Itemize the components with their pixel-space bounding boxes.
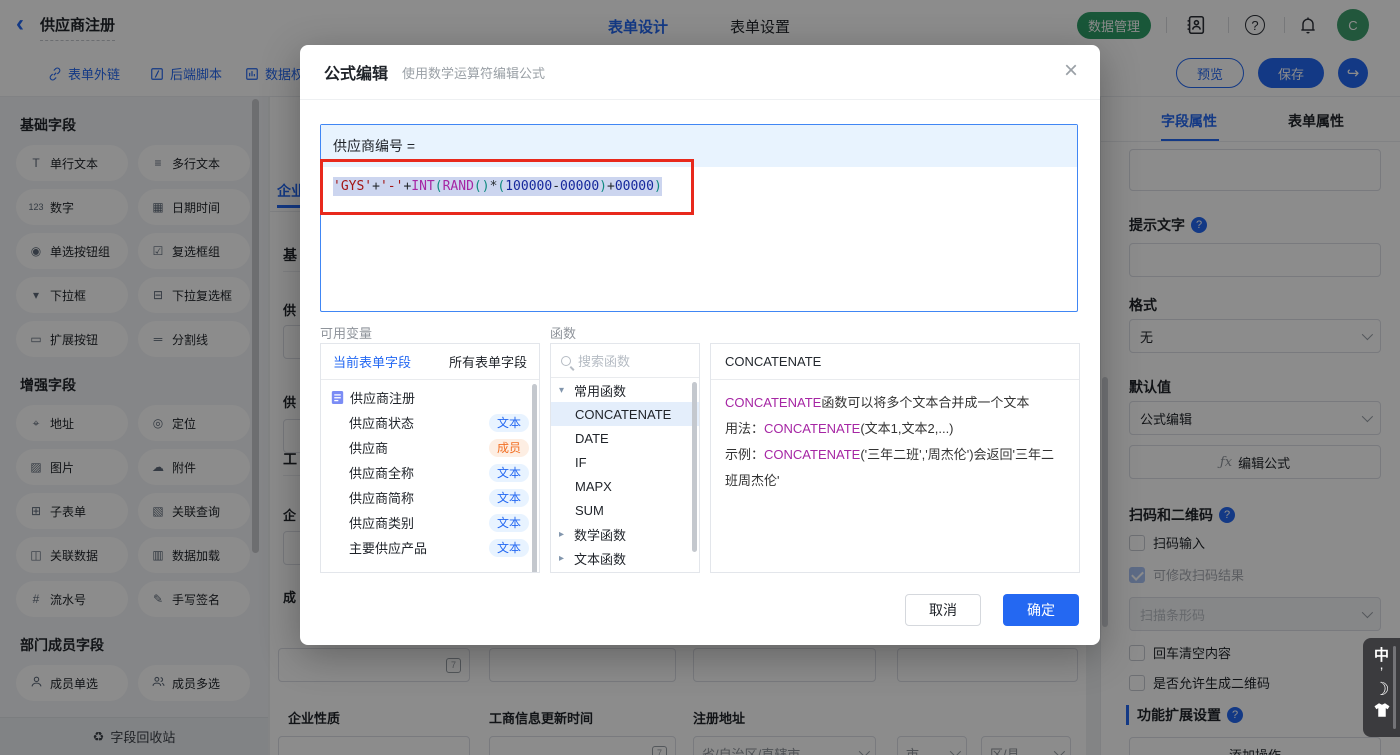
function-item-if[interactable]: IF (551, 450, 699, 474)
variable-row[interactable]: 供应商 成员 (321, 435, 539, 460)
variable-name: 供应商类别 (349, 516, 415, 531)
function-name: CONCATENATE (764, 421, 861, 436)
type-badge: 文本 (488, 463, 529, 482)
formula-token: '-' (379, 179, 404, 194)
search-icon (561, 355, 571, 366)
formula-token: 100000 (505, 179, 553, 194)
group-label: 常用函数 (574, 383, 627, 399)
form-icon (331, 390, 344, 404)
chevron-right-icon: ▸ (559, 552, 565, 564)
formula-token: ) (653, 179, 662, 194)
shirt-icon[interactable] (1373, 702, 1391, 723)
function-item-concatenate[interactable]: CONCATENATE (551, 402, 699, 426)
tree-root-form[interactable]: 供应商注册 (321, 384, 539, 410)
search-placeholder: 搜索函数 (578, 354, 631, 369)
group-text-functions[interactable]: ▸ 文本函数 (551, 546, 699, 570)
variable-name: 供应商简称 (349, 491, 415, 506)
description-line: 示例：CONCATENATE('三年二班','周杰伦')会返回'三年二班周杰伦' (725, 442, 1065, 494)
functions-scrollbar[interactable] (692, 382, 697, 552)
variable-name: 供应商状态 (349, 416, 415, 431)
group-common-functions[interactable]: ▾ 常用函数 (551, 378, 699, 402)
variable-row[interactable]: 供应商状态 文本 (321, 410, 539, 435)
tab-current-form-fields[interactable]: 当前表单字段 (333, 352, 411, 371)
example-prefix: 示例： (725, 447, 765, 462)
usage-prefix: 用法： (725, 421, 765, 436)
ime-toolbar[interactable]: 中 ’ ☽ (1363, 638, 1400, 737)
function-item-date[interactable]: DATE (551, 426, 699, 450)
tab-all-form-fields[interactable]: 所有表单字段 (449, 352, 527, 371)
variable-row[interactable]: 供应商全称 文本 (321, 460, 539, 485)
formula-token: 00000 (614, 179, 654, 194)
formula-token: ( (473, 179, 482, 194)
formula-code[interactable]: 'GYS'+'-'+INT(RAND()*(100000-00000)+0000… (321, 167, 1077, 206)
app-root: ‹ 供应商注册 表单设计 表单设置 数据管理 ? C 表单外链 后端脚本 数据权… (0, 0, 1400, 755)
ime-mode-icon[interactable]: 中 (1374, 644, 1389, 665)
function-description-panel: CONCATENATE CONCATENATE函数可以将多个文本合并成一个文本 … (710, 343, 1080, 573)
confirm-button[interactable]: 确定 (1003, 594, 1079, 626)
variable-name: 主要供应产品 (349, 541, 428, 556)
description-line: CONCATENATE函数可以将多个文本合并成一个文本 (725, 390, 1065, 416)
variable-name: 供应商全称 (349, 466, 415, 481)
variables-tabs: 当前表单字段 所有表单字段 (321, 344, 539, 380)
ime-indicator-line (1393, 646, 1396, 729)
functions-panel: 搜索函数 ▾ 常用函数 CONCATENATE DATE IF MAPX SUM… (550, 343, 700, 573)
dialog-title: 公式编辑 (324, 66, 389, 83)
formula-editor[interactable]: 供应商编号 = 'GYS'+'-'+INT(RAND()*(100000-000… (320, 124, 1078, 312)
description-body: CONCATENATE函数可以将多个文本合并成一个文本 用法：CONCATENA… (711, 380, 1079, 504)
ime-punctuation-icon[interactable]: ’ (1380, 665, 1383, 679)
moon-icon[interactable]: ☽ (1373, 679, 1389, 700)
function-name: CONCATENATE (764, 447, 861, 462)
type-badge: 文本 (488, 538, 529, 557)
group-math-functions[interactable]: ▸ 数学函数 (551, 522, 699, 546)
dialog-subtitle: 使用数学运算符编辑公式 (402, 65, 546, 81)
formula-edit-dialog: 公式编辑 使用数学运算符编辑公式 × 供应商编号 = 'GYS'+'-'+INT… (300, 45, 1100, 645)
formula-token: INT (411, 179, 435, 194)
description-text: 函数可以将多个文本合并成一个文本 (821, 395, 1030, 410)
formula-token: - (552, 179, 561, 194)
description-title: CONCATENATE (711, 344, 1079, 380)
type-badge: 文本 (488, 488, 529, 507)
type-badge: 文本 (488, 413, 529, 432)
variable-name: 供应商 (349, 441, 389, 456)
formula-token: + (606, 179, 615, 194)
variables-label: 可用变量 (320, 326, 373, 341)
type-badge: 文本 (488, 513, 529, 532)
formula-token: 'GYS' (333, 179, 373, 194)
formula-token: ) (481, 179, 490, 194)
group-label: 数学函数 (574, 527, 627, 543)
formula-target-label: 供应商编号 = (333, 138, 416, 154)
description-line: 用法：CONCATENATE(文本1,文本2,...) (725, 416, 1065, 442)
formula-token: RAND (442, 179, 474, 194)
variable-row[interactable]: 供应商类别 文本 (321, 510, 539, 535)
type-badge: 成员 (488, 438, 529, 457)
function-search[interactable]: 搜索函数 (551, 344, 699, 378)
function-name: CONCATENATE (725, 395, 822, 410)
chevron-down-icon: ▾ (559, 384, 565, 396)
variable-row[interactable]: 供应商简称 文本 (321, 485, 539, 510)
function-item-sum[interactable]: SUM (551, 498, 699, 522)
formula-token: ( (434, 179, 443, 194)
formula-selection: 'GYS'+'-'+INT(RAND()*(100000-00000)+0000… (333, 177, 662, 196)
tree-root-label: 供应商注册 (350, 390, 416, 406)
formula-target: 供应商编号 = (321, 125, 1077, 167)
formula-token: + (372, 179, 380, 194)
functions-label: 函数 (550, 326, 577, 341)
group-label: 文本函数 (574, 551, 627, 567)
description-text: (文本1,文本2,...) (860, 421, 954, 436)
variable-row[interactable]: 主要供应产品 文本 (321, 535, 539, 560)
variables-panel: 当前表单字段 所有表单字段 供应商注册 供应商状态 文本 供应商 成员 供应商全称文… (320, 343, 540, 573)
formula-token: 00000 (560, 179, 600, 194)
variables-scrollbar[interactable] (532, 384, 537, 572)
function-item-mapx[interactable]: MAPX (551, 474, 699, 498)
formula-token: ) (599, 179, 607, 194)
cancel-button[interactable]: 取消 (905, 594, 981, 626)
dialog-header: 公式编辑 使用数学运算符编辑公式 (300, 45, 1100, 100)
chevron-right-icon: ▸ (559, 528, 565, 540)
close-icon[interactable]: × (1064, 58, 1078, 84)
